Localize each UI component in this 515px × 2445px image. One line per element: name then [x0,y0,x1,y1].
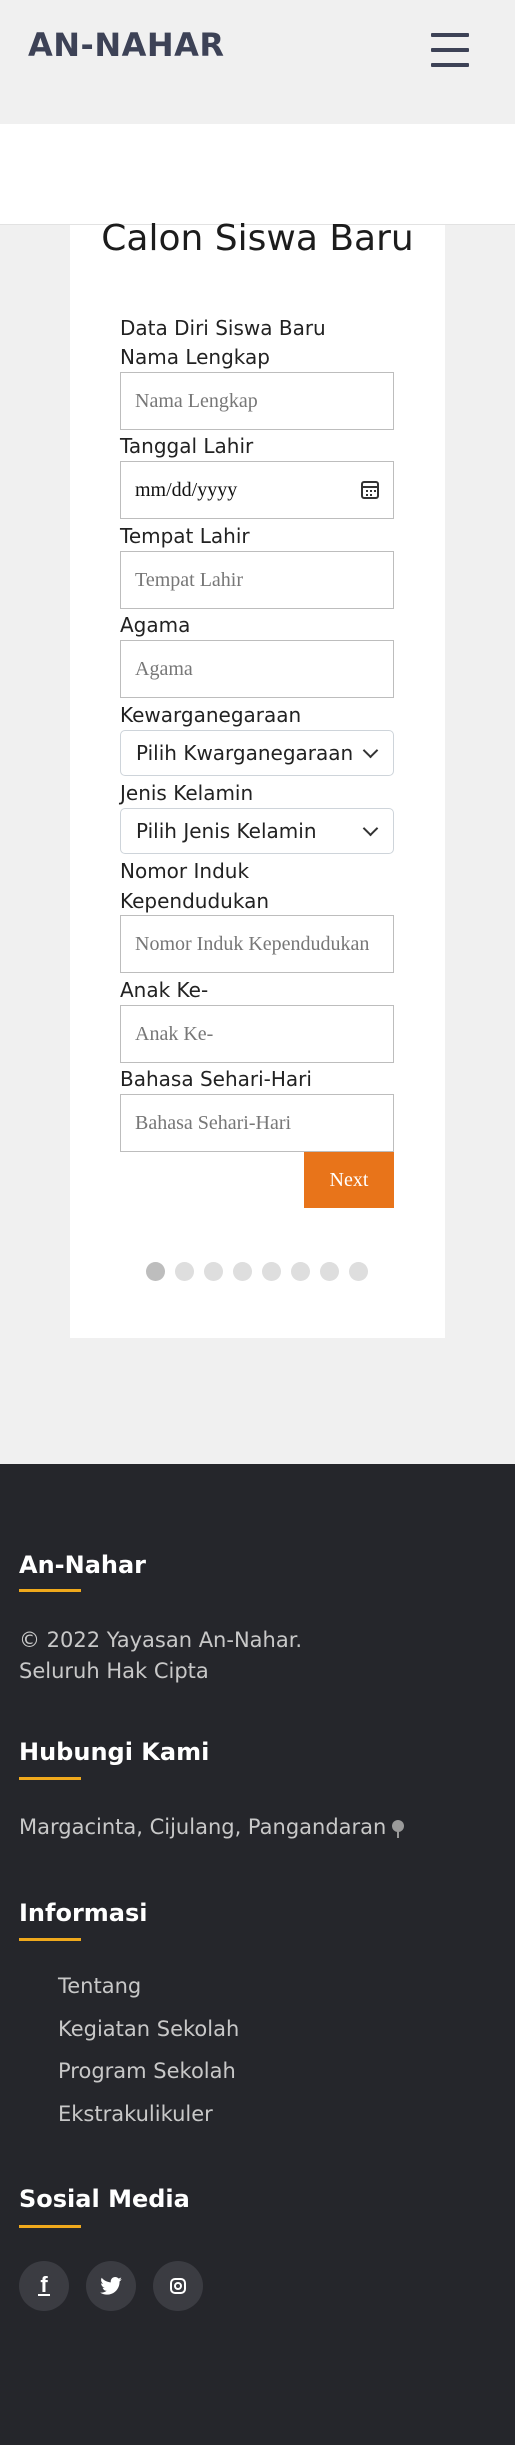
footer-contact-heading: Hubungi Kami [19,1738,210,1766]
step-dot[interactable] [175,1262,194,1281]
location-pin-icon [392,1820,405,1838]
nik-input[interactable]: Nomor Induk Kependudukan [120,915,394,973]
tempat-lahir-placeholder: Tempat Lahir [135,568,243,591]
form-title: Calon Siswa Baru [101,218,414,259]
nik-label-line1: Nomor Induk [120,859,250,883]
anak-ke-placeholder: Anak Ke- [135,1022,214,1045]
tempat-lahir-input[interactable]: Tempat Lahir [120,551,394,609]
anak-ke-input[interactable]: Anak Ke- [120,1005,394,1063]
step-dot[interactable] [291,1262,310,1281]
jenis-kelamin-selected: Pilih Jenis Kelamin [136,819,317,843]
heading-underline [19,1589,81,1592]
tempat-lahir-label: Tempat Lahir [120,524,250,548]
registration-form-card: Calon Siswa Baru Data Diri Siswa Baru Na… [70,218,445,1338]
step-dot[interactable] [204,1262,223,1281]
bahasa-placeholder: Bahasa Sehari-Hari [135,1111,292,1134]
chevron-down-icon [362,742,379,759]
step-indicator [146,1262,368,1281]
bahasa-input[interactable]: Bahasa Sehari-Hari [120,1094,394,1152]
jenis-kelamin-label: Jenis Kelamin [120,781,254,805]
instagram-icon[interactable] [153,2261,203,2311]
hero-band [0,124,515,225]
agama-input[interactable]: Agama [120,640,394,698]
heading-underline [19,1938,81,1941]
nama-lengkap-placeholder: Nama Lengkap [135,389,258,412]
footer-about-heading: An-Nahar [19,1551,147,1579]
step-dot[interactable] [262,1262,281,1281]
next-button[interactable]: Next [304,1152,394,1208]
nama-lengkap-input[interactable]: Nama Lengkap [120,372,394,430]
address-text: Margacinta, Cijulang, Pangandaran [19,1815,387,1839]
bahasa-label: Bahasa Sehari-Hari [120,1067,312,1091]
copyright-line2: Seluruh Hak Cipta [19,1659,209,1683]
chevron-down-icon [362,820,379,837]
facebook-icon[interactable]: f [19,2261,69,2311]
site-footer: An-Nahar © 2022 Yayasan An-Nahar. Seluru… [0,1464,515,2445]
navbar: AN-NAHAR [0,0,515,124]
anak-ke-label: Anak Ke- [120,978,209,1002]
info-link-tentang[interactable]: Tentang [58,1974,141,1998]
nik-placeholder: Nomor Induk Kependudukan [135,932,370,955]
kewarganegaraan-label: Kewarganegaraan [120,703,302,727]
contact-address: Margacinta, Cijulang, Pangandaran [19,1812,405,1843]
kewarganegaraan-select[interactable]: Pilih Kwarganegaraan [120,730,394,776]
step-dot[interactable] [233,1262,252,1281]
tanggal-lahir-input[interactable]: mm/dd/yyyy [120,461,394,519]
agama-placeholder: Agama [135,657,193,680]
info-link-ekstrakulikuler[interactable]: Ekstrakulikuler [58,2102,213,2126]
footer-info-heading: Informasi [19,1899,148,1927]
step-dot[interactable] [146,1262,165,1281]
heading-underline [19,2225,81,2228]
jenis-kelamin-select[interactable]: Pilih Jenis Kelamin [120,808,394,854]
twitter-icon[interactable] [86,2261,136,2311]
nik-label-line2: Kependudukan [120,889,270,913]
section-label: Data Diri Siswa Baru [120,316,326,340]
tanggal-lahir-label: Tanggal Lahir [120,434,254,458]
brand-logo[interactable]: AN-NAHAR [28,26,225,64]
tanggal-lahir-value: mm/dd/yyyy [135,478,238,501]
info-link-program-sekolah[interactable]: Program Sekolah [58,2059,236,2083]
nama-lengkap-label: Nama Lengkap [120,345,270,369]
heading-underline [19,1777,81,1780]
hamburger-menu-icon[interactable] [431,33,469,67]
calendar-icon[interactable] [361,481,379,499]
step-dot[interactable] [349,1262,368,1281]
step-dot[interactable] [320,1262,339,1281]
info-link-kegiatan-sekolah[interactable]: Kegiatan Sekolah [58,2017,239,2041]
copyright-line1: © 2022 Yayasan An-Nahar. [19,1628,303,1652]
footer-social-heading: Sosial Media [19,2185,190,2213]
agama-label: Agama [120,613,191,637]
kewarganegaraan-selected: Pilih Kwarganegaraan [136,741,354,765]
